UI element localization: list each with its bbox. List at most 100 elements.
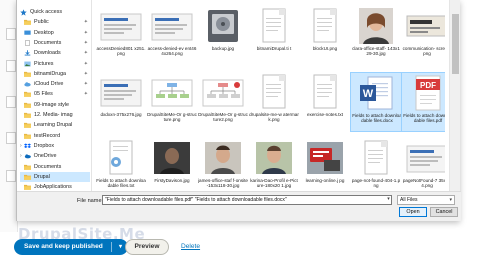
file-open-dialog: Quick access Public ✦ Desktop ✦ Documents ✦ Dow… <box>16 0 461 221</box>
file-thumbnail <box>253 74 295 110</box>
nav-item[interactable]: iCloud Drive ✦ <box>20 79 90 89</box>
file-tile[interactable]: access-denied-ev ent464x264.png <box>146 6 198 66</box>
file-thumbnail <box>355 8 397 44</box>
file-tile[interactable]: backup.jpg <box>197 6 249 66</box>
save-button[interactable]: Save and keep published ▾ <box>14 239 128 255</box>
file-tile[interactable]: PDF Fields to attach downloadable files.p… <box>401 72 445 132</box>
file-thumbnail <box>253 140 295 176</box>
file-tile[interactable]: W Fields to attach downloadable files.doc… <box>350 72 402 132</box>
file-tile[interactable]: DrupalSiteMe-Or g-structure2.png <box>197 72 249 132</box>
nav-item-label: bitnamiDruga <box>34 70 67 77</box>
nav-item-label: iCloud Drive <box>34 81 64 88</box>
file-tile[interactable]: accessDenied801 x251.png <box>95 6 147 66</box>
file-tile[interactable]: DrupalSiteMe-Or g-structure.png <box>146 72 198 132</box>
cancel-button[interactable]: Cancel <box>430 207 458 217</box>
nav-item[interactable]: 05 Files ✦ <box>20 89 90 99</box>
background-field <box>6 132 16 144</box>
nav-item[interactable]: Public ✦ <box>20 17 90 27</box>
file-tile[interactable]: page-not-found-404-1.png <box>350 138 402 191</box>
navigation-pane: Quick access Public ✦ Desktop ✦ Documents ✦ Dow… <box>17 0 92 191</box>
star-icon <box>20 9 27 16</box>
file-tile[interactable]: learning-online.j pg <box>299 138 351 191</box>
chevron-right-icon[interactable]: › <box>20 143 22 149</box>
pin-icon: ✦ <box>83 50 88 57</box>
nav-item[interactable]: Pictures ✦ <box>20 59 90 69</box>
button-divider <box>111 242 112 252</box>
file-name: drupalsite-me-w atermark.png <box>249 112 299 123</box>
file-thumbnail <box>304 8 346 44</box>
file-name: Fields to attach downloadable files.pdf <box>403 113 445 124</box>
file-tile[interactable]: blockUI.png <box>299 6 351 66</box>
nav-item-label: Pictures <box>34 60 54 67</box>
filename-input[interactable]: "Fields to attach downloadable files.pdf… <box>102 195 392 205</box>
file-thumbnail <box>406 140 445 176</box>
folder-icon <box>24 71 31 77</box>
file-tile[interactable]: communication- screen.png <box>401 6 445 66</box>
chevron-down-icon[interactable]: ▾ <box>119 239 122 255</box>
nav-item[interactable]: Drupal <box>20 171 90 182</box>
nav-item[interactable]: › OneDrive <box>20 151 90 161</box>
file-name: karina-Dao-Profil e-Picture-180x20 1.jpg <box>250 178 298 189</box>
file-thumbnail: W <box>356 75 398 111</box>
preview-button[interactable]: Preview <box>125 239 169 255</box>
file-tile[interactable]: exercise-notes.txt <box>299 72 351 132</box>
chevron-right-icon[interactable]: › <box>20 153 22 159</box>
onedrive-icon <box>24 153 31 159</box>
vertical-scrollbar[interactable] <box>449 0 460 191</box>
nav-item[interactable]: Downloads ✦ <box>20 48 90 58</box>
file-tile[interactable]: FirstyDavison.jpg <box>146 138 198 191</box>
file-name: blockUI.png <box>312 46 338 51</box>
file-tile[interactable]: drupalsite-me-w atermark.png <box>248 72 300 132</box>
chevron-down-icon: ▾ <box>449 197 452 203</box>
filetype-value: All Files <box>400 197 418 203</box>
pin-icon: ✦ <box>83 91 88 98</box>
nav-item[interactable]: bitnamiDruga ✦ <box>20 69 90 79</box>
file-name: page-not-found-404-1.png <box>351 178 401 189</box>
file-name: communication- screen.png <box>402 46 445 57</box>
scrollbar-thumb[interactable] <box>452 14 459 74</box>
file-name: Fields to attach downloadable files.docx <box>352 113 402 124</box>
dialog-footer: File name: "Fields to attach downloadabl… <box>17 191 461 221</box>
nav-item-label: Drupal <box>34 173 50 180</box>
background-field <box>6 170 16 182</box>
chevron-down-icon[interactable]: ▾ <box>385 195 392 205</box>
nav-item[interactable]: JobApplications <box>20 182 90 191</box>
nav-item[interactable]: Documents <box>20 162 90 172</box>
nav-item[interactable]: Quick access <box>20 7 90 17</box>
nav-item-label: Documents <box>34 163 62 170</box>
nav-item[interactable]: testRecord <box>20 131 90 141</box>
file-tile[interactable]: karina-Dao-Profil e-Picture-180x20 1.jpg <box>248 138 300 191</box>
open-button[interactable]: Open <box>399 207 427 217</box>
folder-icon <box>24 91 31 98</box>
file-thumbnail: PDF <box>407 75 445 111</box>
folder-icon <box>24 133 31 139</box>
delete-link[interactable]: Delete <box>181 243 200 250</box>
nav-item[interactable]: Documents ✦ <box>20 38 90 48</box>
nav-item[interactable]: 09-image style <box>20 100 90 110</box>
pin-icon: ✦ <box>83 70 88 77</box>
folder-icon <box>24 122 31 129</box>
file-tile[interactable]: Fields to attach downloadable files.txt <box>95 138 147 191</box>
file-tile[interactable]: james-office-staf f-onsite-153x118-30.jp… <box>197 138 249 191</box>
filetype-select[interactable]: All Files ▾ <box>397 195 455 205</box>
file-tile[interactable]: bitnamiDrupal.ti t <box>248 6 300 66</box>
svg-text:PDF: PDF <box>420 81 436 90</box>
nav-item[interactable]: Learning Drupal <box>20 120 90 130</box>
file-tile[interactable]: dxdxxn-375x276.jpg <box>95 72 147 132</box>
desktop-icon <box>24 30 31 36</box>
pin-icon: ✦ <box>83 39 88 46</box>
nav-item[interactable]: › Dropbox <box>20 141 90 151</box>
nav-item-label: testRecord <box>34 132 61 139</box>
nav-item[interactable]: Desktop ✦ <box>20 28 90 38</box>
file-tile[interactable]: clara-office-staff- 143x129-30.jpg <box>350 6 402 66</box>
nav-item-label: 05 Files <box>34 91 53 98</box>
nav-item[interactable]: 12. Media- imag <box>20 110 90 120</box>
file-thumbnail <box>202 74 244 110</box>
pin-icon: ✦ <box>83 60 88 67</box>
file-thumbnail <box>151 140 193 176</box>
folder-icon <box>24 164 31 170</box>
file-tile[interactable]: pageNotFound-7 35x234.png <box>401 138 445 191</box>
file-name: learning-online.j pg <box>305 178 345 183</box>
file-name: access-denied-ev ent464x264.png <box>147 46 197 57</box>
file-name: DrupalSiteMe-Or g-structure2.png <box>198 112 248 123</box>
